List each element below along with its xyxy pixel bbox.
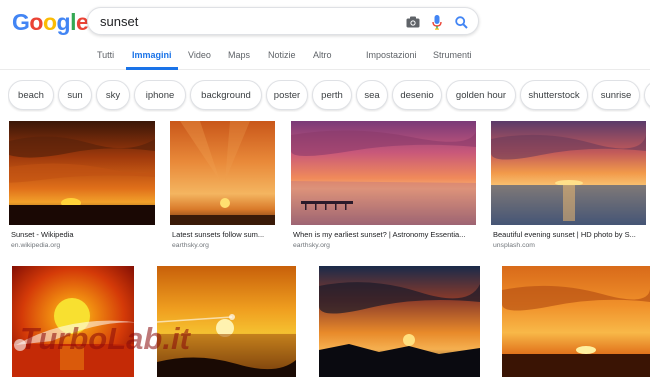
tab-settings[interactable]: Impostazioni	[366, 50, 417, 60]
image-result[interactable]	[157, 266, 296, 377]
chip[interactable]: perth	[312, 80, 352, 110]
tab-video[interactable]: Video	[188, 50, 211, 60]
logo-letter: o	[29, 9, 43, 35]
chip[interactable]: sky	[96, 80, 130, 110]
result-domain: earthsky.org	[172, 242, 209, 249]
chip[interactable]: iphone	[134, 80, 186, 110]
search-icon[interactable]	[452, 13, 470, 31]
chip[interactable]: beach	[8, 80, 54, 110]
result-title[interactable]: Beautiful evening sunset | HD photo by S…	[493, 230, 646, 239]
google-logo[interactable]: Google	[12, 9, 89, 36]
chip[interactable]: desenio	[392, 80, 442, 110]
result-thumbnail[interactable]	[12, 266, 134, 377]
image-result[interactable]: Sunset - Wikipedia en.wikipedia.org	[9, 121, 155, 256]
image-result[interactable]: Beautiful evening sunset | HD photo by S…	[491, 121, 646, 256]
result-thumbnail[interactable]	[170, 121, 275, 225]
logo-letter: G	[12, 9, 30, 35]
chip[interactable]	[644, 80, 650, 110]
result-thumbnail[interactable]	[502, 266, 650, 377]
tab-maps[interactable]: Maps	[228, 50, 250, 60]
logo-letter: o	[42, 9, 57, 35]
result-title[interactable]: Sunset - Wikipedia	[11, 230, 155, 239]
tab-tools[interactable]: Strumenti	[433, 50, 472, 60]
image-result[interactable]: When is my earliest sunset? | Astronomy …	[291, 121, 476, 256]
chip[interactable]: golden hour	[446, 80, 516, 110]
search-box[interactable]	[87, 7, 479, 35]
result-thumbnail[interactable]	[491, 121, 646, 225]
image-result[interactable]	[502, 266, 650, 377]
camera-icon[interactable]	[404, 13, 422, 31]
tab-images[interactable]: Immagini	[132, 50, 172, 60]
tab-news[interactable]: Notizie	[268, 50, 296, 60]
tab-more[interactable]: Altro	[313, 50, 332, 60]
chip[interactable]: sunrise	[592, 80, 640, 110]
result-domain: unsplash.com	[493, 242, 535, 249]
chip[interactable]: sun	[58, 80, 92, 110]
result-thumbnail[interactable]	[291, 121, 476, 225]
tab-all[interactable]: Tutti	[97, 50, 114, 60]
image-result[interactable]	[319, 266, 480, 377]
chip[interactable]: sea	[356, 80, 388, 110]
result-title[interactable]: Latest sunsets follow sum...	[172, 230, 275, 239]
chip[interactable]: shutterstock	[520, 80, 588, 110]
image-result[interactable]: Latest sunsets follow sum... earthsky.or…	[170, 121, 275, 256]
chip[interactable]: poster	[266, 80, 308, 110]
result-title[interactable]: When is my earliest sunset? | Astronomy …	[293, 230, 476, 239]
result-domain: earthsky.org	[293, 242, 330, 249]
mic-icon[interactable]	[428, 13, 446, 31]
result-thumbnail[interactable]	[319, 266, 480, 377]
image-result[interactable]	[12, 266, 134, 377]
logo-letter: g	[56, 9, 71, 35]
related-search-chips: beach sun sky iphone background poster p…	[8, 80, 650, 112]
chip[interactable]: background	[190, 80, 262, 110]
result-thumbnail[interactable]	[157, 266, 296, 377]
active-tab-indicator	[126, 67, 178, 70]
search-nav: Tutti Immagini Video Maps Notizie Altro …	[0, 44, 650, 70]
result-domain: en.wikipedia.org	[11, 242, 61, 249]
search-input[interactable]	[100, 14, 390, 29]
result-thumbnail[interactable]	[9, 121, 155, 225]
